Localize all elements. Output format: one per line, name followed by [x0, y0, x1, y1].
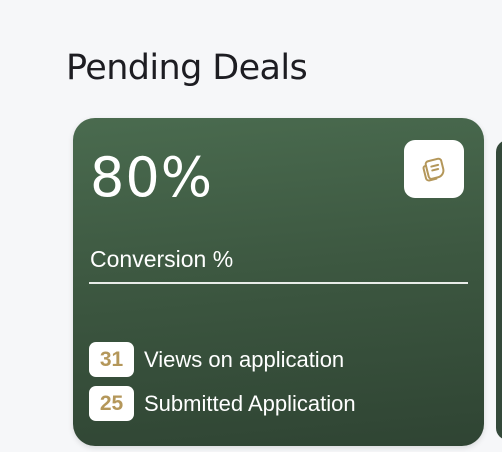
pending-deals-card[interactable]: 80% Conversion % 31 Views on application… [73, 118, 484, 446]
stat-row-submitted: 25 Submitted Application [89, 386, 356, 421]
views-label: Views on application [144, 346, 345, 372]
conversion-value: 80% [90, 146, 214, 209]
next-card-edge[interactable] [496, 140, 502, 440]
notes-icon-button[interactable] [404, 140, 464, 198]
submitted-label: Submitted Application [144, 390, 356, 416]
page-title: Pending Deals [66, 48, 308, 88]
divider [89, 282, 468, 284]
notes-icon [422, 157, 445, 182]
stat-row-views: 31 Views on application [89, 342, 344, 377]
views-count-badge: 31 [89, 342, 134, 377]
conversion-label: Conversion % [90, 246, 234, 272]
submitted-count-badge: 25 [89, 386, 134, 421]
